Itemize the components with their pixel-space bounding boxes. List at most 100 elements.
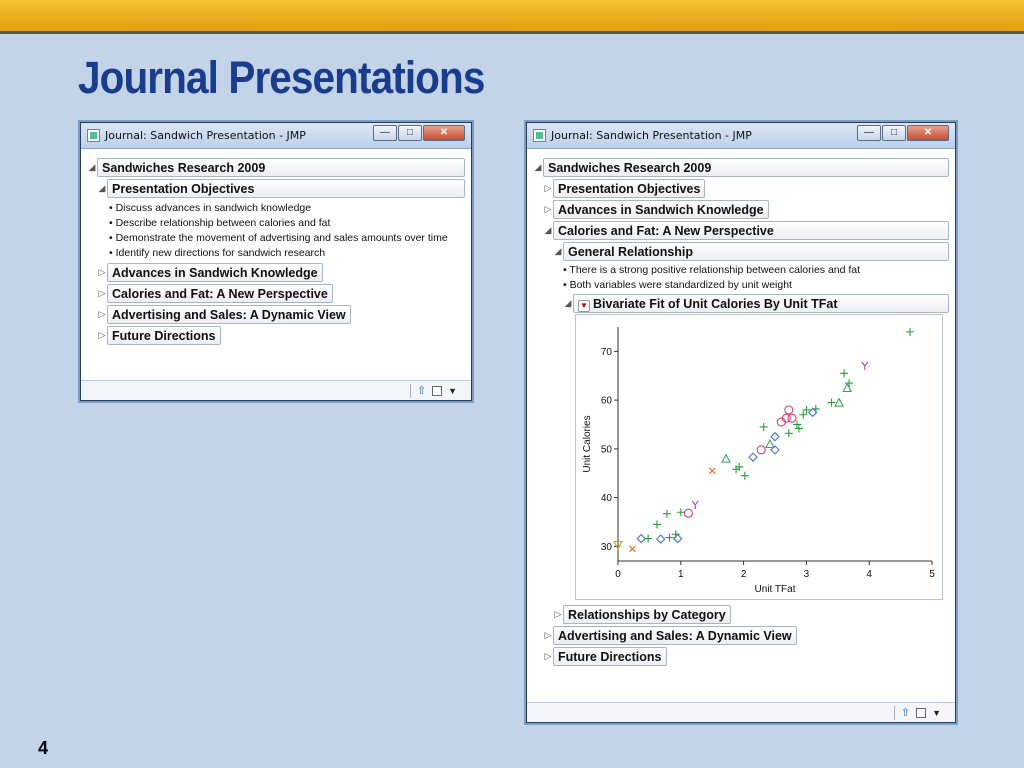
outline-header-root[interactable]: Sandwiches Research 2009 (543, 158, 949, 177)
status-bar: ⇧ ▼ (81, 380, 471, 400)
scatter-point (770, 431, 780, 442)
outline-header-advertising[interactable]: Advertising and Sales: A Dynamic View (553, 626, 797, 645)
collapse-triangle-icon[interactable]: ◢ (563, 298, 573, 309)
collapse-triangle-icon[interactable]: ◢ (87, 162, 97, 173)
scatter-point (756, 445, 766, 455)
outline-bivariate: ◢ ▼ Bivariate Fit of Unit Calories By Uni… (533, 293, 949, 314)
collapse-triangle-icon[interactable]: ◢ (97, 183, 107, 194)
minimize-button[interactable]: — (373, 125, 397, 141)
home-icon[interactable]: ⇧ (901, 706, 910, 719)
checkbox-icon[interactable] (432, 385, 443, 396)
general-list: There is a strong positive relationship … (533, 263, 949, 293)
outline-advances: ▷ Advances in Sandwich Knowledge (533, 199, 949, 220)
scatter-point (787, 413, 797, 423)
scatter-point (721, 453, 731, 463)
expand-triangle-icon[interactable]: ▷ (543, 630, 553, 641)
expand-triangle-icon[interactable]: ▷ (543, 204, 553, 215)
scatter-plot-svg: 0 1 2 3 4 5 30 40 50 60 70 Unit TFat Unit Calories (582, 327, 935, 595)
outline-root: ◢ Sandwiches Research 2009 (533, 157, 949, 178)
outline-future: ▷ Future Directions (87, 325, 465, 346)
minimize-button[interactable]: — (857, 125, 881, 141)
outline-header-future[interactable]: Future Directions (107, 326, 221, 345)
expand-triangle-icon[interactable]: ▷ (97, 267, 107, 278)
expand-triangle-icon[interactable]: ▷ (97, 309, 107, 320)
expand-triangle-icon[interactable]: ▷ (97, 288, 107, 299)
outline-objectives: ▷ Presentation Objectives (533, 178, 949, 199)
maximize-button[interactable]: □ (398, 125, 422, 141)
outline-header-objectives[interactable]: Presentation Objectives (107, 179, 465, 198)
outline-header-calories[interactable]: Calories and Fat: A New Perspective (553, 221, 949, 240)
scatter-chart: 0 1 2 3 4 5 30 40 50 60 70 Unit TFat Unit Calories (575, 314, 943, 600)
expand-triangle-icon[interactable]: ▷ (553, 609, 563, 620)
outline-objectives: ◢ Presentation Objectives (87, 178, 465, 199)
bivariate-title: Bivariate Fit of Unit Calories By Unit T… (593, 297, 838, 311)
status-separator (893, 705, 895, 720)
collapse-triangle-icon[interactable]: ◢ (533, 162, 543, 173)
scatter-point (691, 500, 699, 509)
outline-advances: ▷ Advances in Sandwich Knowledge (87, 262, 465, 283)
y-axis-label: Unit Calories (582, 415, 593, 472)
outline-general: ◢ General Relationship (533, 241, 949, 262)
outline-header-root[interactable]: Sandwiches Research 2009 (97, 158, 465, 177)
checkbox-icon[interactable] (916, 707, 927, 718)
jmp-app-icon (87, 129, 100, 142)
collapse-triangle-icon[interactable]: ◢ (553, 246, 563, 257)
expand-triangle-icon[interactable]: ▷ (543, 183, 553, 194)
scatter-point (861, 361, 869, 370)
dropdown-arrow-icon[interactable]: ▼ (448, 386, 457, 396)
x-tick-label: 3 (804, 569, 810, 580)
scatter-point (784, 429, 793, 438)
scatter-point (676, 508, 685, 517)
outline-header-relationships[interactable]: Relationships by Category (563, 605, 731, 624)
slide-title: Journal Presentations (78, 52, 485, 103)
scatter-point (765, 438, 775, 449)
scatter-point (811, 404, 820, 413)
window-titlebar[interactable]: Journal: Sandwich Presentation - JMP — □… (81, 123, 471, 149)
jmp-app-icon (533, 129, 546, 142)
outline-header-advances[interactable]: Advances in Sandwich Knowledge (107, 263, 323, 282)
list-item: Demonstrate the movement of advertising … (109, 231, 465, 246)
window-title: Journal: Sandwich Presentation - JMP (551, 129, 752, 142)
outline-header-objectives[interactable]: Presentation Objectives (553, 179, 706, 198)
scatter-point (740, 471, 749, 480)
y-tick-label: 40 (601, 493, 613, 504)
outline-header-bivariate[interactable]: ▼ Bivariate Fit of Unit Calories By Unit … (573, 294, 949, 313)
outline-calories: ◢ Calories and Fat: A New Perspective (533, 220, 949, 241)
window-titlebar[interactable]: Journal: Sandwich Presentation - JMP — □… (527, 123, 955, 149)
scatter-point (794, 424, 803, 433)
window-controls: — □ ✕ (856, 125, 949, 141)
objectives-list: Discuss advances in sandwich knowledge D… (87, 201, 465, 261)
outline-relationships: ▷ Relationships by Category (533, 604, 949, 625)
y-tick-label: 30 (601, 542, 613, 553)
scatter-point (644, 534, 653, 543)
y-tick-label: 60 (601, 396, 613, 407)
outline-header-advertising[interactable]: Advertising and Sales: A Dynamic View (107, 305, 351, 324)
x-tick-label: 0 (615, 569, 621, 580)
outline-header-general[interactable]: General Relationship (563, 242, 949, 261)
outline-future: ▷ Future Directions (533, 646, 949, 667)
outline-header-advances[interactable]: Advances in Sandwich Knowledge (553, 200, 769, 219)
red-triangle-menu-icon[interactable]: ▼ (578, 300, 590, 312)
outline-header-future[interactable]: Future Directions (553, 647, 667, 666)
outline-advertising: ▷ Advertising and Sales: A Dynamic View (533, 625, 949, 646)
status-bar: ⇧ ▼ (527, 702, 955, 722)
scatter-point (708, 467, 716, 475)
journal-window-expanded: Journal: Sandwich Presentation - JMP — □… (526, 122, 956, 723)
close-button[interactable]: ✕ (423, 125, 465, 141)
outline-calories: ▷ Calories and Fat: A New Perspective (87, 283, 465, 304)
list-item: Discuss advances in sandwich knowledge (109, 201, 465, 216)
dropdown-arrow-icon[interactable]: ▼ (932, 708, 941, 718)
expand-triangle-icon[interactable]: ▷ (97, 330, 107, 341)
x-tick-label: 1 (678, 569, 684, 580)
home-icon[interactable]: ⇧ (417, 384, 426, 397)
collapse-triangle-icon[interactable]: ◢ (543, 225, 553, 236)
status-separator (409, 383, 411, 398)
outline-header-calories[interactable]: Calories and Fat: A New Perspective (107, 284, 333, 303)
journal-window-collapsed: Journal: Sandwich Presentation - JMP — □… (80, 122, 472, 401)
x-tick-label: 2 (741, 569, 747, 580)
x-tick-label: 4 (866, 569, 872, 580)
close-button[interactable]: ✕ (907, 125, 949, 141)
scatter-point (759, 422, 768, 431)
expand-triangle-icon[interactable]: ▷ (543, 651, 553, 662)
maximize-button[interactable]: □ (882, 125, 906, 141)
